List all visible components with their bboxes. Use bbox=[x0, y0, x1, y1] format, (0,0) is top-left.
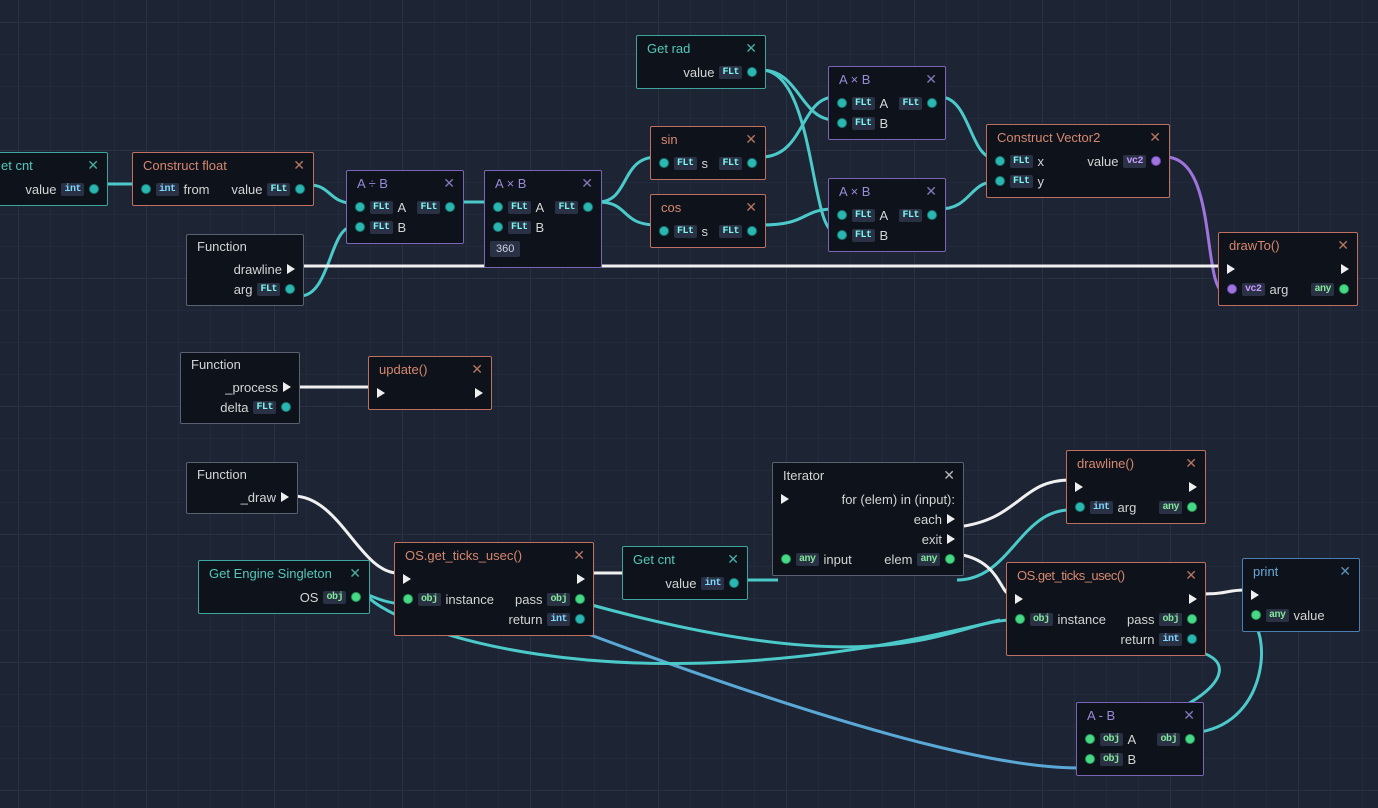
port-out[interactable] bbox=[285, 284, 295, 294]
close-icon[interactable]: ✕ bbox=[737, 40, 757, 57]
node-get-engine-singleton[interactable]: Get Engine Singleton✕ OSobj bbox=[198, 560, 370, 614]
node-get-ticks-2[interactable]: OS.get_ticks_usec()✕ objinstance passobj… bbox=[1006, 562, 1206, 656]
node-divide[interactable]: A ÷ B✕ FLtA FLt FLtB bbox=[346, 170, 464, 244]
node-construct-vector2[interactable]: Construct Vector2✕ FLtx valuevc2 FLty bbox=[986, 124, 1170, 198]
node-mult-2[interactable]: A × B✕ FLtA FLt FLtB bbox=[828, 66, 946, 140]
node-title: et cnt bbox=[1, 158, 33, 173]
exec-in-icon[interactable] bbox=[781, 494, 789, 504]
port-out[interactable] bbox=[295, 184, 305, 194]
node-get-cnt-1[interactable]: et cnt✕ valueint bbox=[0, 152, 108, 206]
node-update[interactable]: update()✕ bbox=[368, 356, 492, 410]
literal-value[interactable]: 360 bbox=[490, 241, 520, 257]
close-icon[interactable]: ✕ bbox=[719, 551, 739, 568]
close-icon[interactable]: ✕ bbox=[341, 565, 361, 582]
exec-in-icon[interactable] bbox=[1227, 264, 1235, 274]
node-mult-1[interactable]: A × B✕ FLtA FLt FLtB 360 bbox=[484, 170, 602, 268]
close-icon[interactable]: ✕ bbox=[285, 157, 305, 174]
close-icon[interactable]: ✕ bbox=[1141, 129, 1161, 146]
node-cos[interactable]: cos✕ FLts FLt bbox=[650, 194, 766, 248]
exec-out-icon[interactable] bbox=[947, 534, 955, 544]
exec-in-icon[interactable] bbox=[1075, 482, 1083, 492]
node-subtract[interactable]: A - B✕ objA obj objB bbox=[1076, 702, 1204, 776]
exec-out-icon[interactable] bbox=[1189, 482, 1197, 492]
close-icon[interactable]: ✕ bbox=[935, 467, 955, 484]
node-get-cnt-2[interactable]: Get cnt✕ valueint bbox=[622, 546, 748, 600]
close-icon[interactable]: ✕ bbox=[79, 157, 99, 174]
exec-in-icon[interactable] bbox=[1015, 594, 1023, 604]
close-icon[interactable]: ✕ bbox=[1177, 455, 1197, 472]
close-icon[interactable]: ✕ bbox=[1175, 707, 1195, 724]
node-iterator[interactable]: Iterator✕ for (elem) in (input): each ex… bbox=[772, 462, 964, 576]
node-function-process[interactable]: Function _process deltaFLt bbox=[180, 352, 300, 424]
node-function-drawline[interactable]: Function drawline argFLt bbox=[186, 234, 304, 306]
exec-in-icon[interactable] bbox=[1251, 590, 1259, 600]
node-drawline-call[interactable]: drawline()✕ intarg any bbox=[1066, 450, 1206, 524]
exec-out-icon[interactable] bbox=[577, 574, 585, 584]
exec-in-icon[interactable] bbox=[377, 388, 385, 398]
close-icon[interactable]: ✕ bbox=[737, 199, 757, 216]
close-icon[interactable]: ✕ bbox=[435, 175, 455, 192]
close-icon[interactable]: ✕ bbox=[573, 175, 593, 192]
exec-out-icon[interactable] bbox=[281, 492, 289, 502]
exec-out-icon[interactable] bbox=[475, 388, 483, 398]
exec-in-icon[interactable] bbox=[403, 574, 411, 584]
node-sin[interactable]: sin✕ FLts FLt bbox=[650, 126, 766, 180]
exec-out-icon[interactable] bbox=[283, 382, 291, 392]
close-icon[interactable]: ✕ bbox=[463, 361, 483, 378]
node-mult-3[interactable]: A × B✕ FLtA FLt FLtB bbox=[828, 178, 946, 252]
close-icon[interactable]: ✕ bbox=[917, 71, 937, 88]
close-icon[interactable]: ✕ bbox=[565, 547, 585, 564]
port-out[interactable] bbox=[89, 184, 99, 194]
exec-out-icon[interactable] bbox=[947, 514, 955, 524]
close-icon[interactable]: ✕ bbox=[737, 131, 757, 148]
close-icon[interactable]: ✕ bbox=[1331, 563, 1351, 580]
node-function-draw[interactable]: Function _draw bbox=[186, 462, 298, 514]
close-icon[interactable]: ✕ bbox=[1329, 237, 1349, 254]
close-icon[interactable]: ✕ bbox=[917, 183, 937, 200]
exec-out-icon[interactable] bbox=[1341, 264, 1349, 274]
node-get-ticks-1[interactable]: OS.get_ticks_usec()✕ objinstance passobj… bbox=[394, 542, 594, 636]
port-in[interactable] bbox=[141, 184, 151, 194]
close-icon[interactable]: ✕ bbox=[1177, 567, 1197, 584]
exec-out-icon[interactable] bbox=[287, 264, 295, 274]
node-get-rad[interactable]: Get rad✕ valueFLt bbox=[636, 35, 766, 89]
exec-out-icon[interactable] bbox=[1189, 594, 1197, 604]
node-construct-float[interactable]: Construct float✕ intfrom valueFLt bbox=[132, 152, 314, 206]
node-drawto[interactable]: drawTo()✕ vc2arg any bbox=[1218, 232, 1358, 306]
node-print[interactable]: print✕ anyvalue bbox=[1242, 558, 1360, 632]
